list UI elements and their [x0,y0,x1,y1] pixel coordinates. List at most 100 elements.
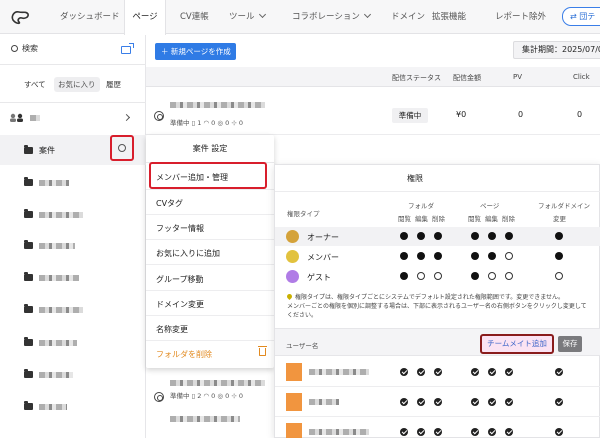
sidebar-folder[interactable] [0,197,146,227]
tab-domain[interactable]: ドメイン [391,0,425,34]
permission-denied-dot [505,272,513,280]
divider [146,340,274,341]
add-teammate-button[interactable]: チームメイト追加 [480,334,554,354]
tab-dashboard[interactable]: ダッシュボード [60,0,120,34]
sidebar-folder[interactable] [0,389,146,419]
menu-item-member-management[interactable]: メンバー追加・管理 [156,172,228,183]
click-cell: 0 [577,110,583,119]
permission-granted-dot [417,232,425,240]
table-row[interactable]: 準備中 ▯ 1 ◠ 0 ◎ 0 ⊹ 0 準備中 ¥0 0 0 [146,87,600,135]
role-row: オーナー [275,227,600,246]
tab-report-exclusion[interactable]: レポート除外 [495,0,546,34]
sidebar-folder[interactable] [0,165,146,195]
amount-cell: ¥0 [456,110,467,119]
permission-granted-dot [400,232,408,240]
search-icon [11,45,18,52]
permissions-note: 権限タイプは、権限タイプごとにシステムでデフォルト設定された権限範囲です。変更で… [285,292,587,320]
menu-item-rename[interactable]: 名称変更 [156,324,188,335]
check-icon[interactable] [555,368,563,376]
check-icon[interactable] [471,398,479,406]
check-icon[interactable] [434,398,442,406]
search-label: 検索 [22,44,38,53]
check-icon[interactable] [471,368,479,376]
divider [146,264,274,265]
folder-icon [24,304,33,313]
sub-view: 閲覧 [468,215,481,223]
menu-item-footer-info[interactable]: フッター情報 [156,223,204,234]
sub-delete: 削除 [502,215,515,223]
check-icon[interactable] [471,428,479,436]
sub-edit: 編集 [485,215,498,223]
permission-granted-dot [400,252,408,260]
tab-collaboration[interactable]: コラボレーション [292,0,371,34]
menu-item-add-favorite[interactable]: お気に入りに追加 [156,248,220,259]
check-icon[interactable] [555,428,563,436]
user-row[interactable] [275,417,600,438]
app-logo-icon[interactable] [10,8,30,26]
menu-item-move-group[interactable]: グループ移動 [156,274,204,285]
export-icon[interactable] [121,43,134,54]
save-button[interactable]: 保存 [558,336,582,352]
check-icon[interactable] [505,398,513,406]
sidebar-tab-history[interactable]: 履歴 [106,79,121,90]
permission-granted-dot [471,252,479,260]
sidebar-folder[interactable] [0,325,146,355]
avatar [286,393,302,411]
check-icon[interactable] [400,398,408,406]
user-row[interactable] [275,357,600,387]
check-icon[interactable] [505,368,513,376]
user-name-header: ユーザー名 [286,342,319,350]
sidebar-folder[interactable] [0,260,146,290]
check-icon[interactable] [400,428,408,436]
meta-count: 0 [225,119,230,127]
role-label: オーナー [307,233,339,242]
menu-item-delete-folder[interactable]: フォルダを削除 [156,349,212,360]
check-icon[interactable] [417,398,425,406]
check-icon[interactable] [488,398,496,406]
period-selector[interactable]: 集計期間：2025/07/0 [513,41,600,59]
check-icon[interactable] [434,368,442,376]
tab-extensions[interactable]: 拡張機能 [432,0,466,34]
check-icon[interactable] [488,368,496,376]
trash-icon[interactable] [258,346,267,356]
meta-status: 準備中 [170,119,190,127]
new-page-button[interactable]: ＋ 新規ページを作成 [155,43,236,60]
check-icon[interactable] [488,428,496,436]
blurred-text [170,416,240,422]
check-icon[interactable] [417,368,425,376]
check-icon[interactable] [434,428,442,436]
folder-settings-menu: 案件 設定 メンバー追加・管理 CVタグ フッター情報 お気に入りに追加 グルー… [146,135,274,368]
tab-tools[interactable]: ツール [229,0,266,34]
sidebar-folder[interactable] [0,228,146,258]
table-row[interactable]: 準備中 ▯ 2 ◠ 0 ◎ 0 ⊹ 0 [146,370,276,438]
menu-item-cv-tag[interactable]: CVタグ [156,198,183,209]
sidebar-folder[interactable] [0,292,146,322]
blurred-text [309,399,339,405]
top-right-button[interactable]: ⇄ 団テ [562,7,600,26]
folder-icon [24,369,33,378]
pv-cell: 0 [518,110,524,119]
sidebar-tab-favorites[interactable]: お気に入り [54,77,100,92]
search-input[interactable]: 検索 [11,43,38,54]
meta-count: 0 [211,119,216,127]
permission-granted-dot [434,252,442,260]
check-icon[interactable] [400,368,408,376]
folder-settings-button[interactable] [110,135,134,161]
check-icon[interactable] [555,398,563,406]
chevron-down-icon [258,10,266,19]
user-row[interactable] [275,387,600,417]
chevron-right-icon[interactable] [122,113,131,122]
check-icon[interactable] [505,428,513,436]
permission-granted-dot [417,252,425,260]
check-icon[interactable] [417,428,425,436]
sidebar-tab-all[interactable]: すべて [24,79,46,90]
menu-item-change-domain[interactable]: ドメイン変更 [156,299,204,310]
role-label: メンバー [307,253,339,262]
tab-cv[interactable]: CV連帳 [180,0,209,34]
blurred-text [39,243,75,249]
sidebar-folder[interactable] [0,357,146,387]
tab-pages[interactable]: ページ [124,0,166,35]
folder-icon [24,177,33,186]
top-right-button-label: 団テ [579,12,596,21]
row-meta: 準備中 ▯ 1 ◠ 0 ◎ 0 ⊹ 0 [170,119,243,127]
